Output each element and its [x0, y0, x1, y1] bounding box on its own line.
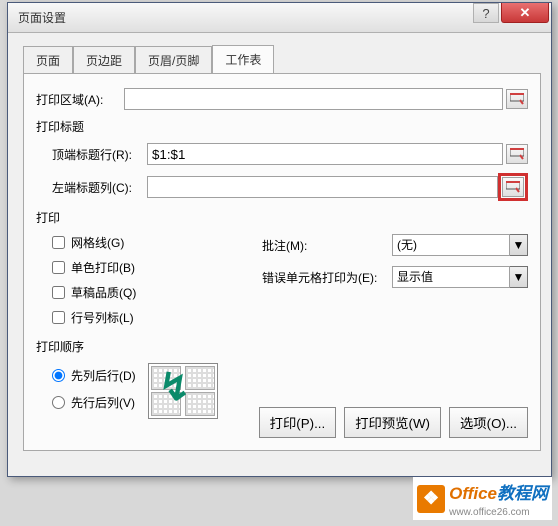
- comments-label: 批注(M):: [262, 237, 392, 254]
- down-then-over-radio-row[interactable]: 先列后行(D): [52, 367, 136, 384]
- draft-checkbox[interactable]: [52, 286, 65, 299]
- cols-repeat-label: 左端标题列(C):: [52, 179, 147, 196]
- tab-page[interactable]: 页面: [23, 46, 73, 74]
- collapse-dialog-icon: [510, 148, 524, 160]
- tab-sheet[interactable]: 工作表: [212, 45, 274, 73]
- errors-label: 错误单元格打印为(E):: [262, 269, 392, 286]
- titlebar[interactable]: 页面设置 ? ✕: [8, 3, 551, 33]
- window-title: 页面设置: [18, 9, 66, 26]
- gridlines-checkbox[interactable]: [52, 236, 65, 249]
- tabs: 页面 页边距 页眉/页脚 工作表: [23, 45, 541, 73]
- tab-margins[interactable]: 页边距: [73, 46, 135, 74]
- highlight-frame: [498, 173, 528, 201]
- rowcol-label: 行号列标(L): [71, 309, 134, 326]
- draft-label: 草稿品质(Q): [71, 284, 136, 301]
- gridlines-checkbox-row[interactable]: 网格线(G): [52, 234, 262, 251]
- cols-repeat-input[interactable]: [147, 176, 498, 198]
- dropdown-arrow-icon[interactable]: ▼: [510, 266, 528, 288]
- errors-value: 显示值: [392, 266, 510, 288]
- bw-checkbox-row[interactable]: 单色打印(B): [52, 259, 262, 276]
- page-order-section-label: 打印顺序: [36, 338, 528, 355]
- watermark-brand: Office: [449, 484, 497, 503]
- over-then-down-label: 先行后列(V): [71, 394, 135, 411]
- bw-label: 单色打印(B): [71, 259, 135, 276]
- collapse-dialog-icon: [506, 181, 520, 193]
- print-area-label: 打印区域(A):: [36, 91, 124, 108]
- range-select-button-area[interactable]: [506, 89, 528, 109]
- range-select-button-rows[interactable]: [506, 144, 528, 164]
- draft-checkbox-row[interactable]: 草稿品质(Q): [52, 284, 262, 301]
- print-area-input[interactable]: [124, 88, 503, 110]
- range-select-button-cols[interactable]: [502, 177, 524, 197]
- bw-checkbox[interactable]: [52, 261, 65, 274]
- print-button[interactable]: 打印(P)...: [259, 407, 337, 438]
- dropdown-arrow-icon[interactable]: ▼: [510, 234, 528, 256]
- down-then-over-radio[interactable]: [52, 369, 65, 382]
- page-order-diagram: ↯: [148, 363, 218, 419]
- options-button[interactable]: 选项(O)...: [449, 407, 528, 438]
- collapse-dialog-icon: [510, 93, 524, 105]
- rowcol-checkbox-row[interactable]: 行号列标(L): [52, 309, 262, 326]
- watermark-brand-cn: 教程网: [497, 484, 548, 503]
- down-then-over-label: 先列后行(D): [71, 367, 136, 384]
- tab-headerfooter[interactable]: 页眉/页脚: [135, 46, 212, 74]
- rows-repeat-label: 顶端标题行(R):: [52, 146, 147, 163]
- watermark-url: www.office26.com: [449, 507, 529, 518]
- page-setup-dialog: 页面设置 ? ✕ 页面 页边距 页眉/页脚 工作表 打印区域(A): 打印标题 …: [7, 2, 552, 477]
- gridlines-label: 网格线(G): [71, 234, 124, 251]
- rows-repeat-input[interactable]: [147, 143, 503, 165]
- title-controls: ? ✕: [473, 3, 551, 23]
- footer-buttons: 打印(P)... 打印预览(W) 选项(O)...: [259, 407, 528, 438]
- preview-button[interactable]: 打印预览(W): [344, 407, 441, 438]
- tab-panel-sheet: 打印区域(A): 打印标题 顶端标题行(R): 左端标题列(C):: [23, 73, 541, 451]
- watermark: ❖ Office教程网 www.office26.com: [413, 477, 552, 520]
- over-then-down-radio[interactable]: [52, 396, 65, 409]
- errors-combobox[interactable]: 显示值 ▼: [392, 266, 528, 288]
- close-button[interactable]: ✕: [501, 3, 549, 23]
- comments-value: (无): [392, 234, 510, 256]
- print-titles-section-label: 打印标题: [36, 118, 528, 135]
- over-then-down-radio-row[interactable]: 先行后列(V): [52, 394, 136, 411]
- help-button[interactable]: ?: [473, 3, 499, 23]
- rowcol-checkbox[interactable]: [52, 311, 65, 324]
- print-section-label: 打印: [36, 209, 528, 226]
- comments-combobox[interactable]: (无) ▼: [392, 234, 528, 256]
- watermark-logo-icon: ❖: [417, 485, 445, 513]
